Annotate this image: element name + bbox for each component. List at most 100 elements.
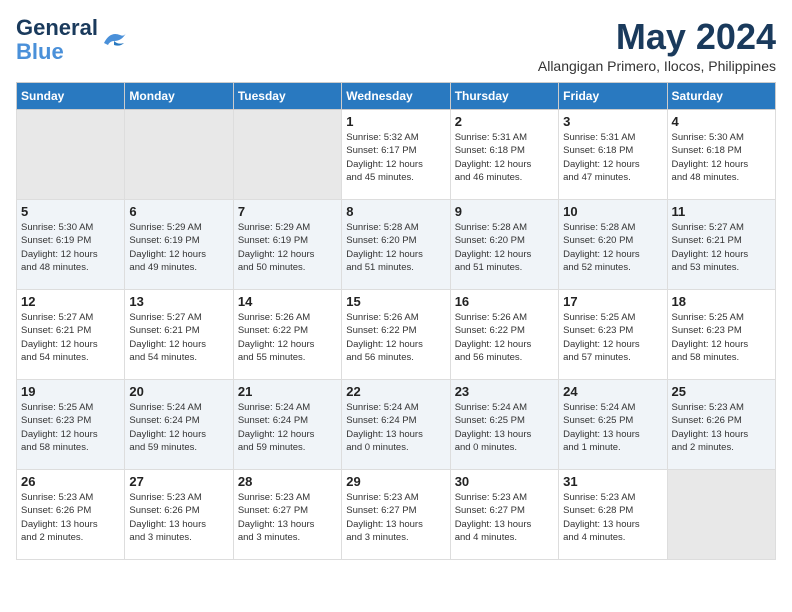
calendar-cell: 30Sunrise: 5:23 AM Sunset: 6:27 PM Dayli…: [450, 470, 558, 560]
month-year-title: May 2024: [538, 16, 776, 58]
calendar-cell: [667, 470, 775, 560]
day-number: 22: [346, 384, 445, 399]
day-number: 25: [672, 384, 771, 399]
calendar-cell: [17, 110, 125, 200]
day-info: Sunrise: 5:24 AM Sunset: 6:24 PM Dayligh…: [238, 401, 337, 454]
day-number: 1: [346, 114, 445, 129]
day-number: 15: [346, 294, 445, 309]
day-number: 17: [563, 294, 662, 309]
day-info: Sunrise: 5:25 AM Sunset: 6:23 PM Dayligh…: [672, 311, 771, 364]
week-row-3: 12 Sunrise: 5:27 AM Sunset: 6:21 PM Dayli…: [17, 290, 776, 380]
day-number: 9: [455, 204, 554, 219]
day-number: 8: [346, 204, 445, 219]
header-day-saturday: Saturday: [667, 83, 775, 110]
calendar-cell: 27 Sunrise: 5:23 AM Sunset: 6:26 PM Dayli…: [125, 470, 233, 560]
day-info: Sunrise: 5:27 AM Sunset: 6:21 PM Dayligh…: [129, 311, 228, 364]
calendar-header-row: SundayMondayTuesdayWednesdayThursdayFrid…: [17, 83, 776, 110]
calendar-cell: 7Sunrise: 5:29 AM Sunset: 6:19 PM Daylig…: [233, 200, 341, 290]
day-info: Sunrise: 5:32 AM Sunset: 6:17 PM Dayligh…: [346, 131, 445, 184]
day-number: 6: [129, 204, 228, 219]
day-info: Sunrise: 5:30 AM Sunset: 6:19 PM Dayligh…: [21, 221, 120, 274]
header-day-friday: Friday: [559, 83, 667, 110]
day-info: Sunrise: 5:23 AM Sunset: 6:28 PM Dayligh…: [563, 491, 662, 544]
day-number: 12: [21, 294, 120, 309]
calendar-cell: 1 Sunrise: 5:32 AM Sunset: 6:17 PM Daylig…: [342, 110, 450, 200]
day-info: Sunrise: 5:23 AM Sunset: 6:26 PM Dayligh…: [129, 491, 228, 544]
logo-text: General Blue: [16, 16, 98, 64]
day-info: Sunrise: 5:28 AM Sunset: 6:20 PM Dayligh…: [346, 221, 445, 274]
day-info: Sunrise: 5:24 AM Sunset: 6:25 PM Dayligh…: [455, 401, 554, 454]
calendar-cell: 29 Sunrise: 5:23 AM Sunset: 6:27 PM Dayli…: [342, 470, 450, 560]
day-info: Sunrise: 5:26 AM Sunset: 6:22 PM Dayligh…: [238, 311, 337, 364]
calendar-cell: 8 Sunrise: 5:28 AM Sunset: 6:20 PM Daylig…: [342, 200, 450, 290]
day-info: Sunrise: 5:23 AM Sunset: 6:26 PM Dayligh…: [672, 401, 771, 454]
day-info: Sunrise: 5:31 AM Sunset: 6:18 PM Dayligh…: [455, 131, 554, 184]
day-info: Sunrise: 5:23 AM Sunset: 6:26 PM Dayligh…: [21, 491, 120, 544]
day-number: 7: [238, 204, 337, 219]
day-info: Sunrise: 5:30 AM Sunset: 6:18 PM Dayligh…: [672, 131, 771, 184]
calendar-cell: 5Sunrise: 5:30 AM Sunset: 6:19 PM Daylig…: [17, 200, 125, 290]
day-info: Sunrise: 5:27 AM Sunset: 6:21 PM Dayligh…: [672, 221, 771, 274]
day-info: Sunrise: 5:25 AM Sunset: 6:23 PM Dayligh…: [21, 401, 120, 454]
day-info: Sunrise: 5:24 AM Sunset: 6:25 PM Dayligh…: [563, 401, 662, 454]
calendar-cell: 14 Sunrise: 5:26 AM Sunset: 6:22 PM Dayli…: [233, 290, 341, 380]
day-number: 23: [455, 384, 554, 399]
day-info: Sunrise: 5:26 AM Sunset: 6:22 PM Dayligh…: [455, 311, 554, 364]
calendar-cell: 15 Sunrise: 5:26 AM Sunset: 6:22 PM Dayli…: [342, 290, 450, 380]
day-info: Sunrise: 5:23 AM Sunset: 6:27 PM Dayligh…: [346, 491, 445, 544]
header-day-sunday: Sunday: [17, 83, 125, 110]
calendar-cell: 25 Sunrise: 5:23 AM Sunset: 6:26 PM Dayli…: [667, 380, 775, 470]
day-number: 27: [129, 474, 228, 489]
day-number: 13: [129, 294, 228, 309]
day-number: 26: [21, 474, 120, 489]
day-number: 14: [238, 294, 337, 309]
header-day-wednesday: Wednesday: [342, 83, 450, 110]
calendar-cell: 13 Sunrise: 5:27 AM Sunset: 6:21 PM Dayli…: [125, 290, 233, 380]
title-area: May 2024 Allangigan Primero, Ilocos, Phi…: [538, 16, 776, 74]
calendar-cell: 10Sunrise: 5:28 AM Sunset: 6:20 PM Dayli…: [559, 200, 667, 290]
calendar-cell: 3 Sunrise: 5:31 AM Sunset: 6:18 PM Daylig…: [559, 110, 667, 200]
logo-bird-icon: [100, 29, 128, 51]
day-number: 11: [672, 204, 771, 219]
day-info: Sunrise: 5:23 AM Sunset: 6:27 PM Dayligh…: [238, 491, 337, 544]
calendar-cell: 28 Sunrise: 5:23 AM Sunset: 6:27 PM Dayli…: [233, 470, 341, 560]
calendar-cell: 11 Sunrise: 5:27 AM Sunset: 6:21 PM Dayli…: [667, 200, 775, 290]
calendar-cell: 16 Sunrise: 5:26 AM Sunset: 6:22 PM Dayli…: [450, 290, 558, 380]
day-number: 4: [672, 114, 771, 129]
day-number: 29: [346, 474, 445, 489]
calendar-cell: 21 Sunrise: 5:24 AM Sunset: 6:24 PM Dayli…: [233, 380, 341, 470]
day-number: 31: [563, 474, 662, 489]
day-info: Sunrise: 5:31 AM Sunset: 6:18 PM Dayligh…: [563, 131, 662, 184]
calendar-cell: [125, 110, 233, 200]
calendar-cell: 24 Sunrise: 5:24 AM Sunset: 6:25 PM Dayli…: [559, 380, 667, 470]
day-number: 10: [563, 204, 662, 219]
day-number: 16: [455, 294, 554, 309]
day-number: 24: [563, 384, 662, 399]
calendar-cell: 9 Sunrise: 5:28 AM Sunset: 6:20 PM Daylig…: [450, 200, 558, 290]
header-day-thursday: Thursday: [450, 83, 558, 110]
header-day-tuesday: Tuesday: [233, 83, 341, 110]
day-number: 3: [563, 114, 662, 129]
calendar-cell: 17Sunrise: 5:25 AM Sunset: 6:23 PM Dayli…: [559, 290, 667, 380]
day-number: 30: [455, 474, 554, 489]
header-day-monday: Monday: [125, 83, 233, 110]
calendar-cell: 2Sunrise: 5:31 AM Sunset: 6:18 PM Daylig…: [450, 110, 558, 200]
logo: General Blue: [16, 16, 128, 64]
day-info: Sunrise: 5:29 AM Sunset: 6:19 PM Dayligh…: [129, 221, 228, 274]
day-number: 28: [238, 474, 337, 489]
day-number: 20: [129, 384, 228, 399]
day-info: Sunrise: 5:26 AM Sunset: 6:22 PM Dayligh…: [346, 311, 445, 364]
day-number: 21: [238, 384, 337, 399]
day-info: Sunrise: 5:27 AM Sunset: 6:21 PM Dayligh…: [21, 311, 120, 364]
calendar-cell: 22Sunrise: 5:24 AM Sunset: 6:24 PM Dayli…: [342, 380, 450, 470]
calendar-cell: 23 Sunrise: 5:24 AM Sunset: 6:25 PM Dayli…: [450, 380, 558, 470]
day-info: Sunrise: 5:28 AM Sunset: 6:20 PM Dayligh…: [455, 221, 554, 274]
day-number: 18: [672, 294, 771, 309]
week-row-5: 26 Sunrise: 5:23 AM Sunset: 6:26 PM Dayli…: [17, 470, 776, 560]
calendar-cell: 6 Sunrise: 5:29 AM Sunset: 6:19 PM Daylig…: [125, 200, 233, 290]
week-row-1: 1 Sunrise: 5:32 AM Sunset: 6:17 PM Daylig…: [17, 110, 776, 200]
calendar-table: SundayMondayTuesdayWednesdayThursdayFrid…: [16, 82, 776, 560]
calendar-cell: 4 Sunrise: 5:30 AM Sunset: 6:18 PM Daylig…: [667, 110, 775, 200]
day-info: Sunrise: 5:24 AM Sunset: 6:24 PM Dayligh…: [129, 401, 228, 454]
header: General Blue May 2024 Allangigan Primero…: [16, 16, 776, 74]
